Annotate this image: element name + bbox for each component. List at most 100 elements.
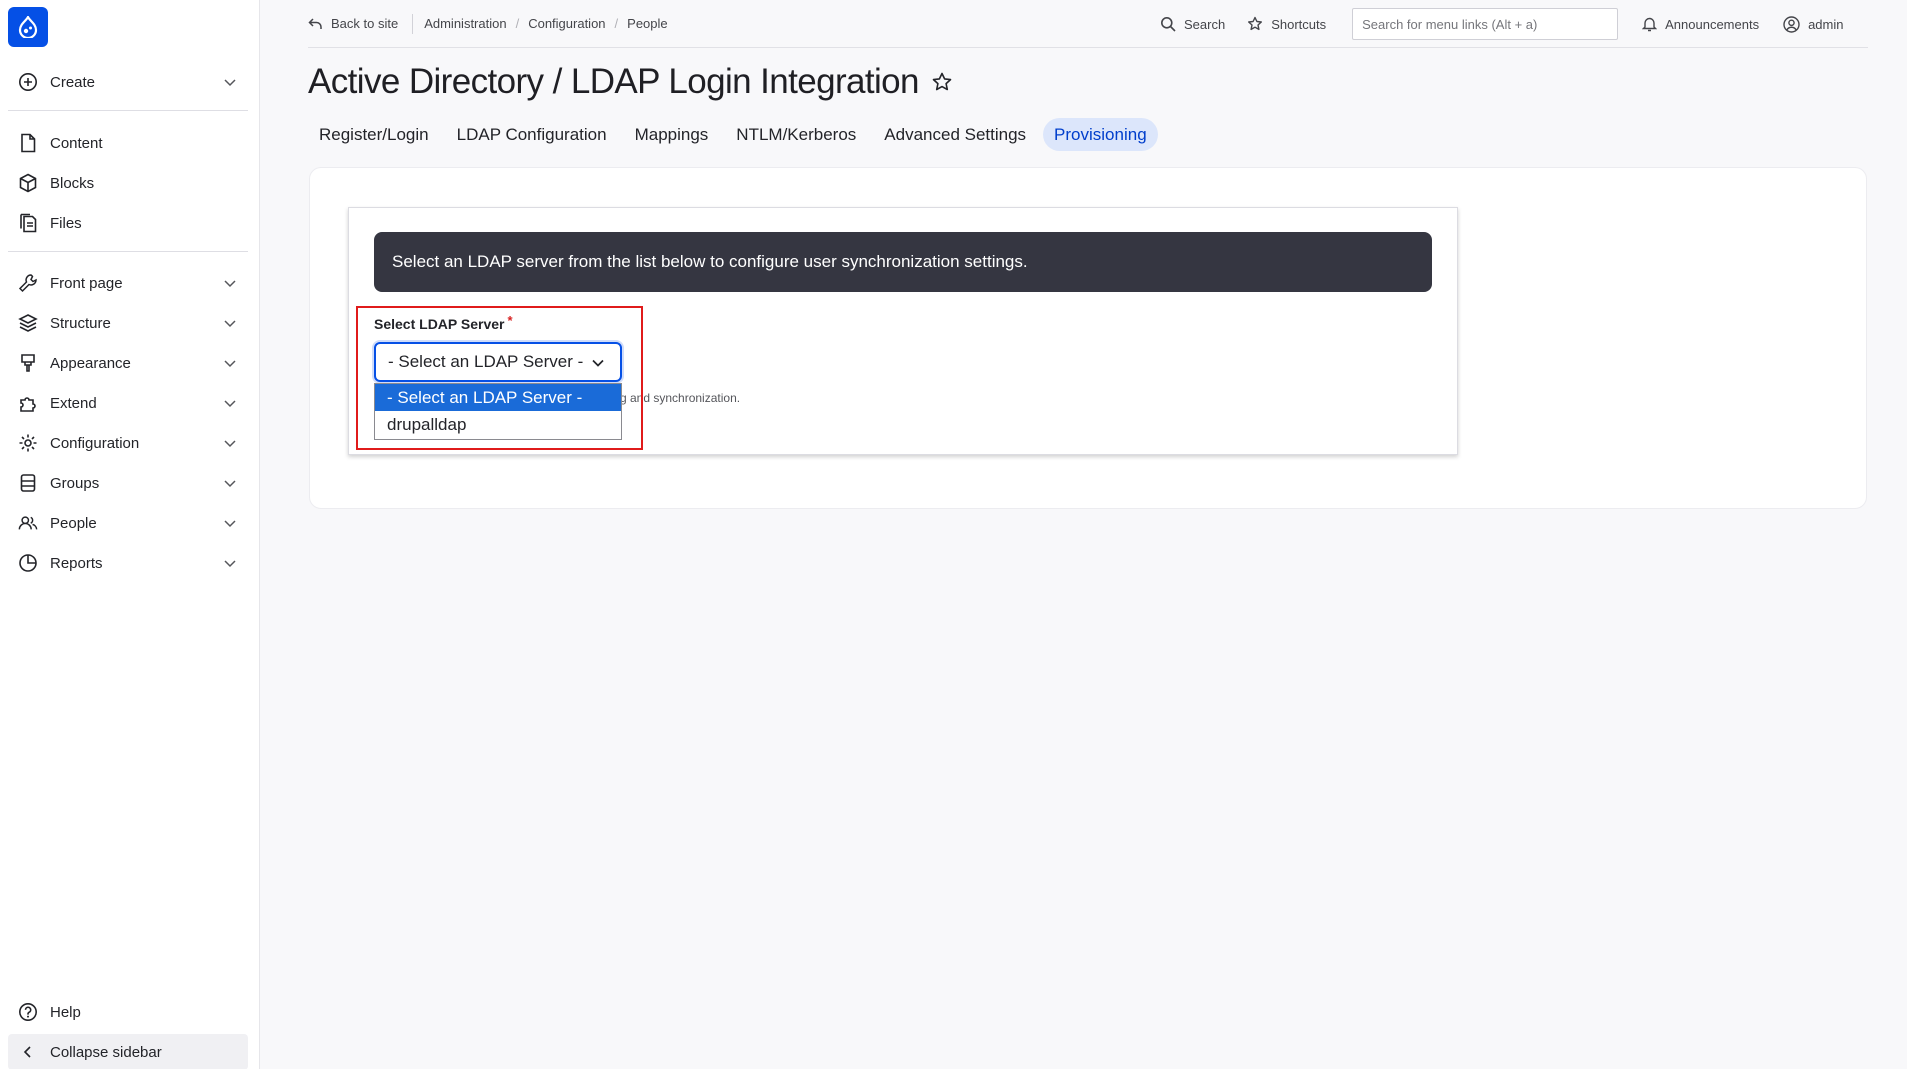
sidebar: Create Content Blocks Files Front page S… [0,0,260,1069]
sidebar-item-people[interactable]: People [8,505,248,541]
sidebar-item-create[interactable]: Create [8,64,248,100]
info-message-text: Select an LDAP server from the list belo… [392,252,1028,271]
chevron-down-icon [592,359,604,367]
top-bar-actions: Search Shortcuts Announcements admin [1160,0,1844,48]
drupal-logo-icon[interactable] [8,7,48,47]
dropdown-option-placeholder[interactable]: - Select an LDAP Server - [375,384,621,411]
chevron-down-icon [224,280,236,288]
sidebar-item-label: Groups [50,474,100,492]
sidebar-item-label: Help [50,1003,81,1021]
star-icon [1248,16,1263,31]
sidebar-item-label: Extend [50,394,97,412]
info-message: Select an LDAP server from the list belo… [374,232,1432,292]
plus-circle-icon [18,72,38,92]
ldap-server-select[interactable]: - Select an LDAP Server - [374,342,622,382]
page-title: Active Directory / LDAP Login Integratio… [308,62,953,102]
sidebar-item-groups[interactable]: Groups [8,465,248,501]
chevron-left-icon [18,1042,38,1062]
tab-advanced-settings[interactable]: Advanced Settings [873,118,1037,151]
sidebar-item-label: People [50,514,97,532]
breadcrumb-administration[interactable]: Administration [424,16,506,31]
sidebar-divider [8,251,248,252]
back-arrow-icon [308,17,322,29]
announcements-label: Announcements [1665,16,1760,32]
brush-icon [18,353,38,373]
menu-links-search-input[interactable] [1352,8,1619,40]
ldap-server-select-value: - Select an LDAP Server - [388,352,584,371]
layers-icon [18,313,38,333]
files-icon [18,213,38,233]
sidebar-item-label: Front page [50,274,123,292]
sidebar-item-configuration[interactable]: Configuration [8,425,248,461]
sidebar-item-front-page[interactable]: Front page [8,265,248,301]
ldap-server-field-label-text: Select LDAP Server [374,316,505,332]
chevron-down-icon [224,480,236,488]
tab-ntlm-kerberos[interactable]: NTLM/Kerberos [725,118,867,151]
page-title-text: Active Directory / LDAP Login Integratio… [308,62,920,101]
user-menu-button[interactable]: admin [1783,15,1844,33]
people-icon [18,513,38,533]
sidebar-item-structure[interactable]: Structure [8,305,248,341]
puzzle-icon [18,393,38,413]
topbar-separator [412,13,414,34]
dropdown-option-drupalldap[interactable]: drupalldap [375,411,621,438]
page-tabs: Register/Login LDAP Configuration Mappin… [308,118,1164,151]
breadcrumb-separator: / [515,16,520,31]
user-circle-icon [1783,15,1800,33]
search-label: Search [1184,16,1226,32]
tab-ldap-configuration[interactable]: LDAP Configuration [446,118,618,151]
ldap-server-field-label: Select LDAP Server * [374,313,513,332]
required-marker: * [507,313,513,328]
sidebar-item-label: Collapse sidebar [50,1043,162,1061]
document-icon [18,133,38,153]
announcements-button[interactable]: Announcements [1642,16,1759,32]
sidebar-item-content[interactable]: Content [8,125,248,161]
sidebar-item-files[interactable]: Files [8,205,248,241]
sidebar-item-extend[interactable]: Extend [8,385,248,421]
breadcrumb: Administration / Configuration / People [424,16,667,31]
ldap-server-help-text: g and synchronization. [620,391,741,405]
sidebar-item-blocks[interactable]: Blocks [8,165,248,201]
ldap-server-dropdown: - Select an LDAP Server - drupalldap [374,383,622,440]
top-bar: Back to site Administration / Configurat… [308,0,1868,48]
user-label: admin [1808,16,1844,32]
chevron-down-icon [224,360,236,368]
shortcut-star-icon[interactable] [931,71,953,93]
sidebar-item-label: Configuration [50,434,140,452]
pie-chart-icon [18,553,38,573]
back-to-site-link[interactable]: Back to site [308,16,398,31]
breadcrumb-people[interactable]: People [627,16,667,31]
sidebar-item-appearance[interactable]: Appearance [8,345,248,381]
shortcuts-button[interactable]: Shortcuts [1247,16,1326,32]
collapse-sidebar-button[interactable]: Collapse sidebar [8,1034,248,1069]
help-icon [18,1002,38,1022]
tab-mappings[interactable]: Mappings [624,118,720,151]
sidebar-item-label: Reports [50,554,103,572]
chevron-down-icon [224,440,236,448]
gear-icon [18,433,38,453]
tab-provisioning[interactable]: Provisioning [1043,118,1158,151]
tab-register-login[interactable]: Register/Login [308,118,440,151]
breadcrumb-configuration[interactable]: Configuration [528,16,605,31]
back-to-site-label: Back to site [331,16,399,31]
sidebar-divider [8,110,248,111]
breadcrumb-separator: / [614,16,619,31]
search-icon [1161,17,1176,32]
chevron-down-icon [224,560,236,568]
chevron-down-icon [224,520,236,528]
chevron-down-icon [224,320,236,328]
database-icon [18,473,38,493]
sidebar-item-label: Content [50,134,103,152]
sidebar-item-help[interactable]: Help [8,994,248,1030]
wrench-icon [18,273,38,293]
sidebar-item-reports[interactable]: Reports [8,545,248,581]
sidebar-item-label: Blocks [50,174,95,192]
search-button[interactable]: Search [1160,16,1225,32]
sidebar-item-label: Files [50,214,82,232]
chevron-down-icon [224,79,236,87]
chevron-down-icon [224,400,236,408]
bell-icon [1642,17,1658,32]
sidebar-item-label: Create [50,73,96,91]
cube-icon [18,173,38,193]
sidebar-item-label: Appearance [50,354,131,372]
